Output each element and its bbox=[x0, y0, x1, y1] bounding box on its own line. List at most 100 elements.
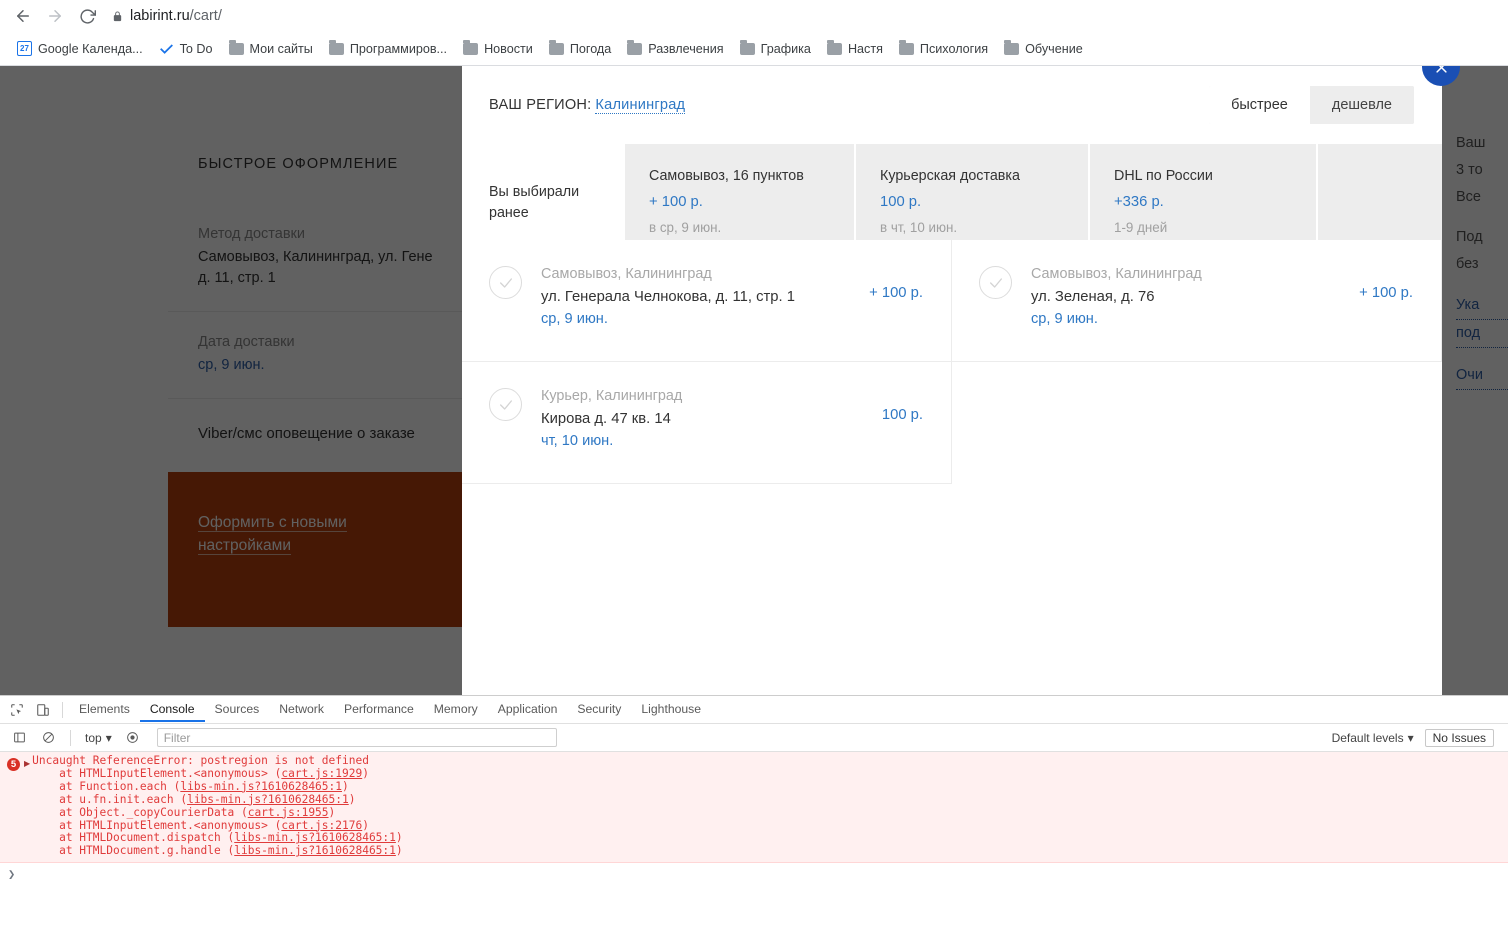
delivery-option-row[interactable]: Самовывоз, Калининград ул. Зеленая, д. 7… bbox=[952, 240, 1442, 362]
previously-chosen-text: Вы выбирали ранее bbox=[489, 182, 579, 223]
tab-performance[interactable]: Performance bbox=[334, 697, 424, 722]
error-count-badge: 5 bbox=[7, 758, 20, 771]
check-glyph bbox=[989, 277, 1002, 288]
page-viewport: БЫСТРОЕ ОФОРМЛЕНИЕ Метод доставки Самовы… bbox=[0, 66, 1508, 695]
url-path: /cart/ bbox=[189, 8, 222, 24]
stack-frame-6-link[interactable]: libs-min.js?1610628465:1 bbox=[234, 844, 396, 857]
bookmark-novosti[interactable]: Новости bbox=[456, 38, 540, 60]
stack-frame-6-pre: at HTMLDocument.g.handle ( bbox=[32, 844, 235, 858]
url-text: labirint.ru/cart/ bbox=[130, 8, 222, 24]
bookmark-label: To Do bbox=[179, 41, 213, 56]
error-headline: Uncaught ReferenceError: postregion is n… bbox=[32, 754, 369, 767]
bookmark-moi-saity[interactable]: Мои сайты bbox=[222, 38, 320, 60]
device-toolbar-icon[interactable] bbox=[30, 698, 56, 722]
stack-frame-0-link[interactable]: cart.js:1929 bbox=[281, 767, 362, 780]
console-sidebar-icon[interactable] bbox=[6, 726, 32, 750]
calendar-day-number: 27 bbox=[20, 44, 29, 53]
stack-frame-2-link[interactable]: libs-min.js?1610628465:1 bbox=[187, 793, 349, 806]
console-error-entry[interactable]: 5 ▶ Uncaught ReferenceError: postregion … bbox=[0, 752, 1508, 864]
devtools-panel: Elements Console Sources Network Perform… bbox=[0, 695, 1508, 941]
bookmark-psihologiya[interactable]: Психология bbox=[892, 38, 995, 60]
back-arrow-icon bbox=[17, 10, 29, 22]
tab-previously-chosen-label: Вы выбирали ранее bbox=[462, 144, 623, 240]
log-levels-select[interactable]: Default levels ▾ bbox=[1332, 731, 1422, 745]
previously-chosen-line-2: ранее bbox=[489, 205, 529, 221]
tab-security[interactable]: Security bbox=[567, 697, 631, 722]
stack-frame-0-pre: at HTMLInputElement.<anonymous> ( bbox=[32, 766, 282, 780]
sort-cheaper-button[interactable]: дешевле bbox=[1309, 86, 1414, 124]
option-address: Кирова д. 47 кв. 14 bbox=[541, 410, 671, 427]
check-circle-icon bbox=[489, 388, 522, 421]
tab-network[interactable]: Network bbox=[269, 697, 334, 722]
bookmark-razvlecheniya[interactable]: Развлечения bbox=[620, 38, 730, 60]
tab-memory[interactable]: Memory bbox=[424, 697, 488, 722]
console-prompt[interactable]: ❯ bbox=[0, 863, 1508, 881]
modal-header: ВАШ РЕГИОН: Калининград быстрее дешевле bbox=[462, 66, 1442, 144]
live-expression-icon[interactable] bbox=[120, 726, 146, 750]
inspect-element-icon[interactable] bbox=[4, 698, 30, 722]
delivery-option-empty-slot bbox=[952, 362, 1442, 484]
address-bar[interactable]: labirint.ru/cart/ bbox=[112, 3, 1500, 29]
bookmark-label: Мои сайты bbox=[249, 41, 313, 56]
option-body: Самовывоз, Калининград ул. Зеленая, д. 7… bbox=[1031, 264, 1345, 331]
tab-console[interactable]: Console bbox=[140, 697, 205, 722]
stack-frame-3-post: ) bbox=[328, 805, 336, 819]
option-date: ср, 9 июн. bbox=[1031, 311, 1098, 328]
tab-elements[interactable]: Elements bbox=[69, 697, 140, 722]
reload-button[interactable] bbox=[72, 1, 102, 31]
delivery-option-row[interactable]: Курьер, Калининград Кирова д. 47 кв. 14 … bbox=[462, 362, 952, 484]
bookmark-nastya[interactable]: Настя bbox=[820, 38, 890, 60]
execution-context-select[interactable]: top ▾ bbox=[80, 729, 117, 747]
region-delivery-modal: ВАШ РЕГИОН: Калининград быстрее дешевле В… bbox=[462, 66, 1460, 695]
close-glyph bbox=[1435, 66, 1447, 73]
stack-frame-1-link[interactable]: libs-min.js?1610628465:1 bbox=[180, 780, 342, 793]
region-value-link[interactable]: Калининград bbox=[595, 97, 686, 114]
stack-frame-3-link[interactable]: cart.js:1955 bbox=[248, 806, 329, 819]
back-button[interactable] bbox=[8, 1, 38, 31]
stack-frame-4-link[interactable]: cart.js:2176 bbox=[281, 819, 362, 832]
bookmark-programmirovanie[interactable]: Программиров... bbox=[322, 38, 454, 60]
sort-faster-button[interactable]: быстрее bbox=[1209, 86, 1310, 124]
stack-frame-6-post: ) bbox=[395, 844, 403, 858]
filter-input[interactable]: Filter bbox=[156, 728, 557, 747]
tab-lighthouse[interactable]: Lighthouse bbox=[631, 697, 711, 722]
console-toolbar: top ▾ Filter Default levels ▾ No Issues bbox=[0, 724, 1508, 752]
stack-frame-5-link[interactable]: libs-min.js?1610628465:1 bbox=[234, 831, 396, 844]
sort-toggle-group: быстрее дешевле bbox=[1209, 86, 1414, 124]
folder-icon bbox=[328, 40, 344, 55]
google-calendar-icon: 27 bbox=[17, 41, 32, 56]
folder-icon bbox=[463, 40, 479, 55]
option-body: Самовывоз, Калининград ул. Генерала Челн… bbox=[541, 264, 855, 331]
tab-dhl[interactable]: DHL по России +336 р. 1-9 дней bbox=[1088, 144, 1316, 240]
delivery-option-row[interactable]: Самовывоз, Калининград ул. Генерала Челн… bbox=[462, 240, 952, 362]
tab-courier[interactable]: Курьерская доставка 100 р. в чт, 10 июн. bbox=[854, 144, 1088, 240]
option-address: ул. Зеленая, д. 76 bbox=[1031, 288, 1155, 305]
tab-sources[interactable]: Sources bbox=[205, 697, 270, 722]
check-glyph bbox=[499, 399, 512, 410]
stack-frame-5-pre: at HTMLDocument.dispatch ( bbox=[32, 831, 235, 845]
folder-icon bbox=[898, 40, 914, 55]
bookmark-label: Погода bbox=[569, 41, 612, 56]
bookmark-obuchenie[interactable]: Обучение bbox=[997, 38, 1090, 60]
bookmark-label: Программиров... bbox=[349, 41, 448, 56]
bookmark-pogoda[interactable]: Погода bbox=[542, 38, 618, 60]
bookmark-to-do[interactable]: To Do bbox=[152, 37, 220, 60]
forward-button[interactable] bbox=[40, 1, 70, 31]
divider bbox=[70, 729, 71, 746]
tab-pickup[interactable]: Самовывоз, 16 пунктов + 100 р. в ср, 9 и… bbox=[623, 144, 854, 240]
tab-title: Курьерская доставка bbox=[880, 168, 1020, 184]
bookmark-grafika[interactable]: Графика bbox=[733, 38, 818, 60]
tab-price: 100 р. bbox=[880, 194, 922, 211]
region-line: ВАШ РЕГИОН: Калининград bbox=[489, 97, 686, 114]
lock-icon bbox=[112, 10, 123, 23]
tab-price: + 100 р. bbox=[649, 194, 703, 211]
bookmark-google-calendar[interactable]: 27 Google Календа... bbox=[10, 37, 150, 60]
folder-icon bbox=[627, 40, 643, 55]
stack-frame-5-post: ) bbox=[395, 831, 403, 845]
clear-console-icon[interactable] bbox=[35, 726, 61, 750]
clear-glyph bbox=[42, 732, 54, 743]
tab-application[interactable]: Application bbox=[488, 697, 568, 722]
issues-button[interactable]: No Issues bbox=[1424, 728, 1494, 747]
stack-frame-1-post: ) bbox=[342, 779, 349, 793]
folder-icon bbox=[228, 40, 244, 55]
